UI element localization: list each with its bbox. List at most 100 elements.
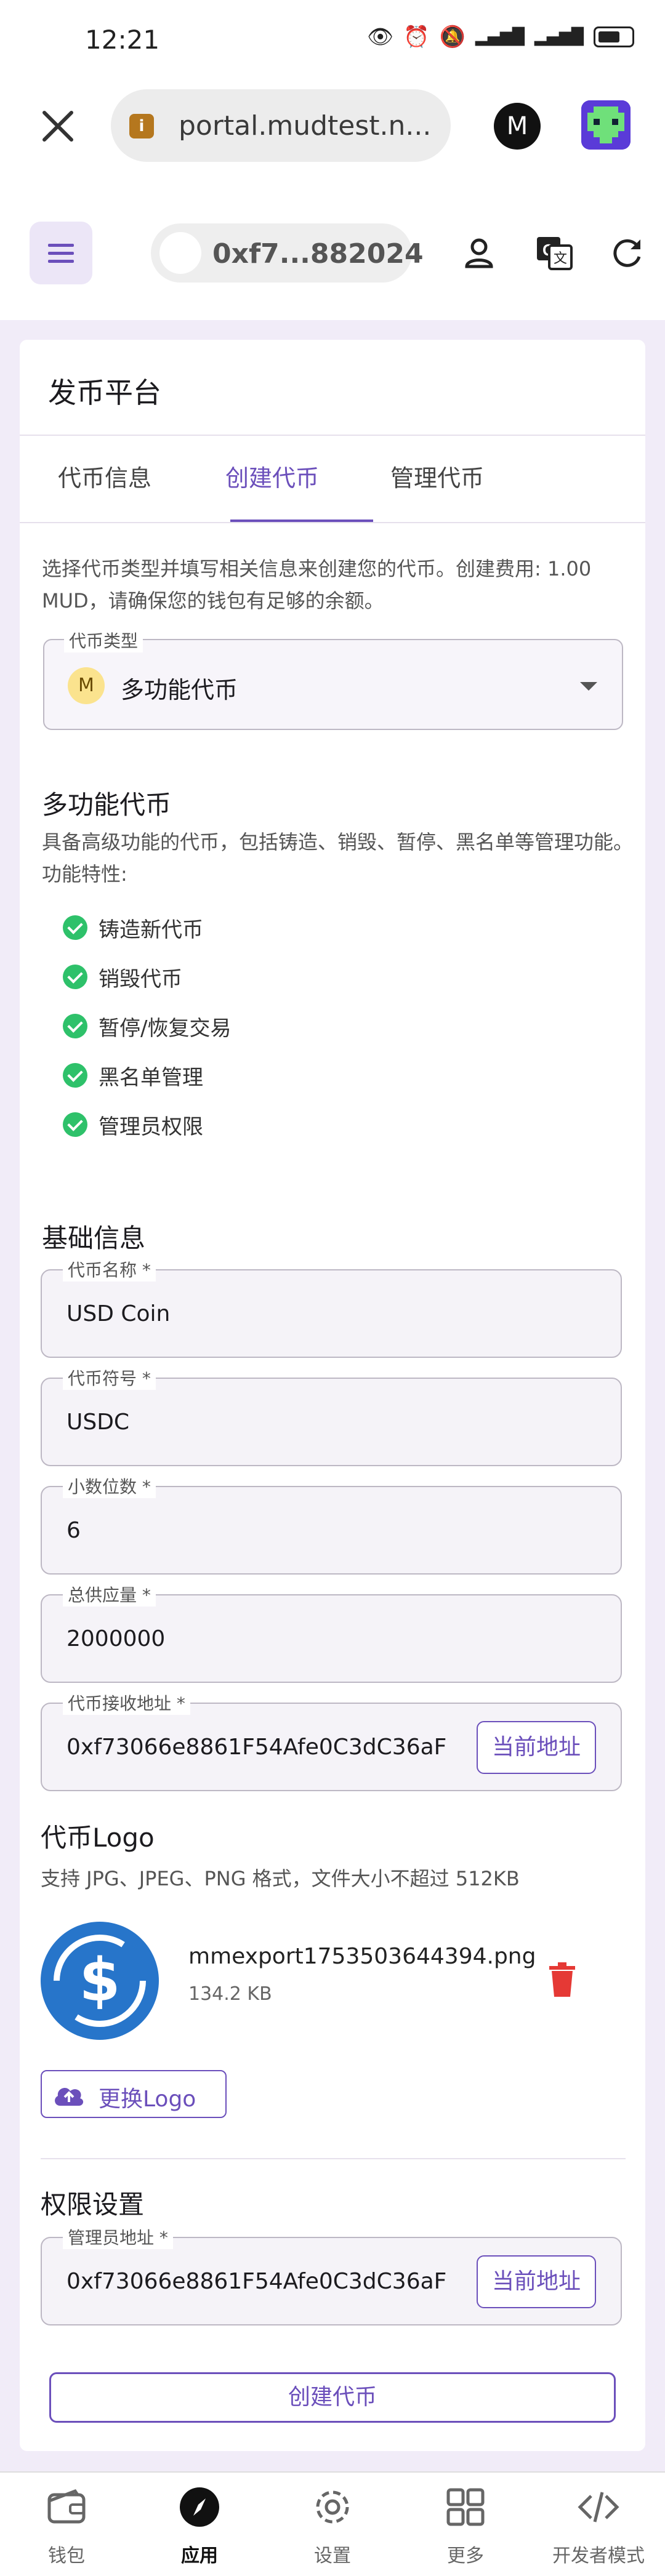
url-text: portal.mudtest.n... — [179, 110, 432, 142]
svg-text:文: 文 — [554, 251, 567, 267]
nav-settings-label: 设置 — [314, 2545, 351, 2567]
refresh-icon[interactable] — [607, 233, 647, 273]
alarm-icon: ⏰ — [403, 25, 430, 49]
change-logo-label: 更换Logo — [99, 2087, 196, 2112]
app-header: 0xf7...882024 G 文 — [0, 200, 665, 305]
token-name-field[interactable]: 代币名称 * USD Coin — [41, 1257, 622, 1358]
check-circle-icon — [63, 965, 87, 989]
pixel-avatar-icon — [581, 100, 631, 150]
token-name-label: 代币名称 * — [63, 1257, 156, 1282]
nav-settings[interactable]: 设置 — [271, 2485, 394, 2567]
user-icon[interactable] — [459, 233, 499, 273]
nav-apps[interactable]: 应用 — [138, 2485, 261, 2567]
feature-label: 销毁代币 — [99, 966, 182, 992]
token-type-description: 具备高级功能的代币，包括铸造、销毁、暂停、黑名单等管理功能。功能特性: — [42, 830, 634, 886]
token-type-label: 代币类型 — [64, 628, 143, 652]
admin-address-value: 0xf73066e8861F54Afe0C3dC36aF38 — [66, 2269, 448, 2294]
eye-icon: 👁 — [367, 25, 394, 49]
nav-wallet[interactable]: 钱包 — [5, 2485, 128, 2567]
decimals-field[interactable]: 小数位数 * 6 — [41, 1474, 622, 1575]
tab-manage-token[interactable]: 管理代币 — [390, 459, 484, 493]
browser-bar: i portal.mudtest.n... M — [0, 77, 665, 175]
delete-icon[interactable] — [547, 1962, 578, 1997]
chevron-down-icon — [580, 682, 597, 691]
usdc-logo-icon: $ — [54, 1935, 146, 2027]
status-icons: 👁 ⏰ 🔕 ▂▄▆█ ▂▄▆█ — [367, 25, 634, 49]
token-symbol-label: 代币符号 * — [63, 1365, 156, 1390]
menu-icon — [48, 244, 74, 247]
tab-token-info[interactable]: 代币信息 — [58, 459, 151, 493]
feature-item: 管理员权限 — [63, 1109, 203, 1140]
check-circle-icon — [63, 1014, 87, 1038]
divider — [41, 2158, 626, 2159]
admin-address-label: 管理员地址 * — [63, 2225, 173, 2249]
signal-icon: ▂▄▆█ — [475, 28, 525, 46]
nav-wallet-label: 钱包 — [48, 2545, 85, 2567]
basic-info-title: 基础信息 — [42, 1223, 146, 1253]
receiver-address-field[interactable]: 代币接收地址 * 0xf73066e8861F54Afe0C3dC36aF38 … — [41, 1690, 622, 1791]
feature-item: 销毁代币 — [63, 961, 182, 992]
check-circle-icon — [63, 915, 87, 940]
feature-label: 暂停/恢复交易 — [99, 1016, 232, 1041]
logo-title: 代币Logo — [41, 1823, 155, 1853]
decimals-label: 小数位数 * — [63, 1474, 156, 1498]
translate-icon[interactable]: G 文 — [534, 233, 574, 273]
nav-apps-label: 应用 — [181, 2545, 218, 2567]
token-logo-preview: $ — [41, 1922, 159, 2040]
close-icon[interactable] — [38, 106, 78, 146]
status-bar: 12:21 👁 ⏰ 🔕 ▂▄▆█ ▂▄▆█ — [0, 0, 665, 77]
logo-file-name: mmexport1753503644394.png — [188, 1944, 536, 1969]
nav-developer-mode-label: 开发者模式 — [552, 2545, 645, 2567]
change-logo-button[interactable]: 更换Logo — [41, 2070, 227, 2118]
use-current-address-button[interactable]: 当前地址 — [477, 1721, 596, 1774]
account-avatar[interactable]: M — [494, 103, 541, 150]
status-time: 12:21 — [85, 25, 160, 55]
logo-hint: 支持 JPG、JPEG、PNG 格式，文件大小不超过 512KB — [41, 1867, 520, 1890]
feature-item: 铸造新代币 — [63, 912, 203, 943]
signal-icon: ▂▄▆█ — [534, 28, 584, 46]
nav-developer-mode[interactable]: 开发者模式 — [537, 2485, 660, 2567]
divider — [20, 522, 645, 523]
extension-icon[interactable] — [581, 100, 631, 150]
total-supply-value: 2000000 — [66, 1626, 166, 1651]
feature-label: 铸造新代币 — [99, 917, 203, 942]
feature-label: 管理员权限 — [99, 1114, 203, 1139]
tab-create-token[interactable]: 创建代币 — [225, 459, 319, 493]
logo-file-size: 134.2 KB — [188, 1983, 272, 2005]
mute-icon: 🔕 — [439, 25, 466, 49]
wallet-icon — [47, 2489, 86, 2524]
token-symbol-value: USDC — [66, 1410, 130, 1435]
battery-icon — [594, 26, 634, 47]
decimals-value: 6 — [66, 1518, 81, 1543]
receiver-address-value: 0xf73066e8861F54Afe0C3dC36aF38 — [66, 1735, 448, 1760]
check-circle-icon — [63, 1112, 87, 1137]
page-title: 发币平台 — [48, 376, 161, 409]
use-current-admin-address-button[interactable]: 当前地址 — [477, 2255, 596, 2308]
token-type-select[interactable]: 代币类型 M 多功能代币 — [43, 628, 623, 730]
admin-address-field[interactable]: 管理员地址 * 0xf73066e8861F54Afe0C3dC36aF38 当… — [41, 2225, 622, 2325]
permissions-title: 权限设置 — [41, 2189, 145, 2220]
wallet-address-pill[interactable]: 0xf7...882024 — [151, 223, 424, 283]
wallet-avatar — [159, 232, 201, 274]
svg-text:$: $ — [79, 1946, 121, 2015]
total-supply-label: 总供应量 * — [63, 1582, 156, 1607]
feature-item: 暂停/恢复交易 — [63, 1011, 231, 1041]
token-symbol-field[interactable]: 代币符号 * USDC — [41, 1365, 622, 1466]
cloud-upload-icon — [55, 2087, 84, 2106]
compass-icon — [180, 2487, 219, 2527]
token-type-title: 多功能代币 — [42, 790, 172, 820]
create-intro: 选择代币类型并填写相关信息来创建您的代币。创建费用: 1.00 MUD，请确保您… — [42, 557, 592, 612]
create-token-button[interactable]: 创建代币 — [49, 2372, 616, 2423]
url-bar[interactable]: i portal.mudtest.n... — [111, 89, 451, 162]
total-supply-field[interactable]: 总供应量 * 2000000 — [41, 1582, 622, 1683]
menu-button[interactable] — [30, 222, 92, 284]
gear-icon — [316, 2490, 349, 2524]
site-info-icon[interactable]: i — [129, 114, 154, 138]
token-platform-card: 发币平台 代币信息 创建代币 管理代币 选择代币类型并填写相关信息来创建您的代币… — [20, 340, 645, 2451]
wallet-address: 0xf7...882024 — [212, 238, 424, 270]
code-icon — [578, 2492, 619, 2522]
divider — [20, 435, 645, 436]
token-name-value: USD Coin — [66, 1301, 171, 1326]
nav-more[interactable]: 更多 — [404, 2485, 527, 2567]
menu-icon — [48, 260, 74, 263]
